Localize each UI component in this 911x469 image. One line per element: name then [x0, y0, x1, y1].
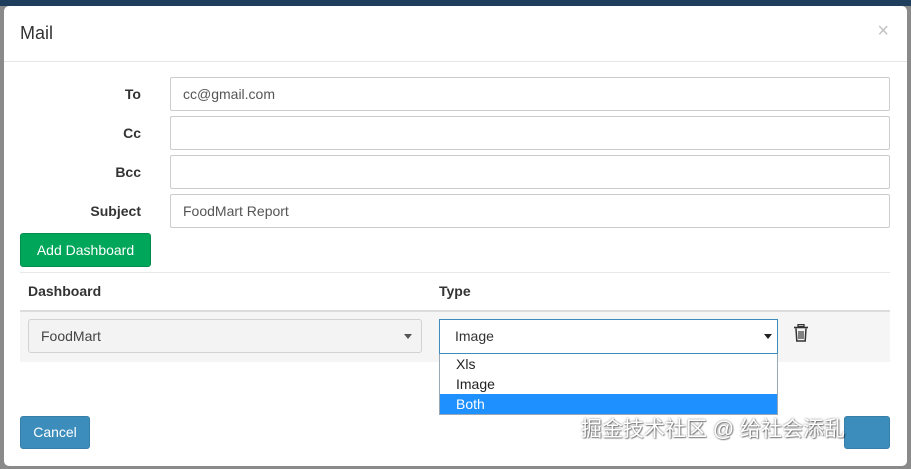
cc-field[interactable]	[170, 116, 890, 150]
trash-icon[interactable]	[793, 324, 809, 342]
bcc-field[interactable]	[170, 155, 890, 189]
column-header-type: Type	[439, 283, 471, 299]
to-field[interactable]	[170, 77, 890, 111]
to-label: To	[124, 86, 141, 102]
chevron-down-icon	[404, 334, 412, 339]
subject-label: Subject	[90, 203, 141, 219]
divider	[20, 272, 890, 273]
add-dashboard-button[interactable]: Add Dashboard	[20, 233, 151, 267]
dashboard-select-value: FoodMart	[41, 328, 101, 344]
cancel-button[interactable]: Cancel	[20, 416, 90, 449]
type-option-image[interactable]: Image	[440, 374, 777, 394]
cc-label: Cc	[123, 125, 141, 141]
dashboard-select[interactable]: FoodMart	[28, 319, 422, 353]
modal-header: Mail ×	[4, 6, 907, 62]
close-icon[interactable]: ×	[877, 20, 889, 42]
type-select-value: Image	[455, 328, 494, 344]
mail-modal: Mail × To Cc Bcc Subject Add Dashboard D…	[4, 6, 907, 466]
type-option-xls[interactable]: Xls	[440, 354, 777, 374]
type-select[interactable]: Image	[439, 319, 778, 354]
chevron-down-icon	[764, 334, 772, 339]
type-option-both[interactable]: Both	[440, 394, 777, 414]
modal-title: Mail	[20, 23, 54, 43]
subject-field[interactable]	[170, 194, 890, 228]
watermark: 掘金技术社区 @ 给社会添乱	[581, 418, 845, 441]
bcc-label: Bcc	[115, 164, 141, 180]
send-button[interactable]	[844, 416, 890, 449]
column-header-dashboard: Dashboard	[28, 283, 102, 299]
type-dropdown-list: Xls Image Both	[439, 354, 778, 415]
